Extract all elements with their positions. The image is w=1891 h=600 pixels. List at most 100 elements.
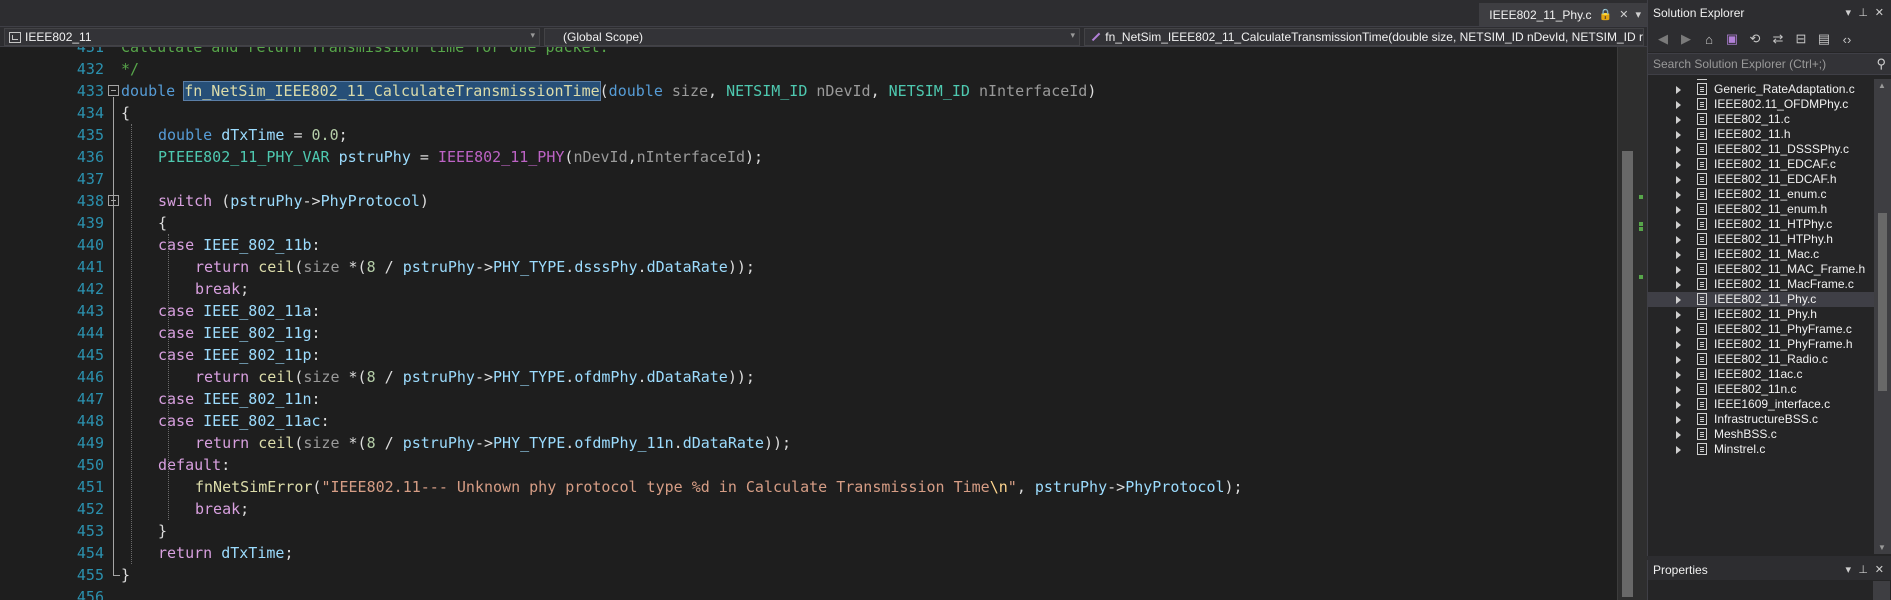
file-tree-item[interactable]: Generic_RateAdaptation.c bbox=[1648, 82, 1874, 97]
code-line[interactable]: 449 return ceil(size *(8 / pstruPhy->PHY_… bbox=[0, 432, 1617, 454]
project-dropdown[interactable]: IEEE802_11 ▾ bbox=[4, 28, 540, 46]
scroll-up-icon[interactable]: ▲ bbox=[1878, 81, 1886, 90]
expand-arrow-icon[interactable] bbox=[1676, 326, 1681, 334]
scrollbar-thumb[interactable] bbox=[1622, 151, 1633, 597]
scroll-down-icon[interactable]: ▼ bbox=[1878, 543, 1886, 552]
scope-dropdown[interactable]: (Global Scope) ▾ bbox=[544, 28, 1080, 46]
file-tree-item[interactable]: Minstrel.c bbox=[1648, 442, 1874, 457]
expand-arrow-icon[interactable] bbox=[1676, 191, 1681, 199]
file-tree-item[interactable]: MeshBSS.c bbox=[1648, 427, 1874, 442]
code-line[interactable]: 443 case IEEE_802_11a: bbox=[0, 300, 1617, 322]
lock-icon[interactable]: 🔒 bbox=[1599, 8, 1613, 21]
expand-arrow-icon[interactable] bbox=[1676, 86, 1681, 94]
file-tree-item[interactable]: IEEE802_11_PhyFrame.h bbox=[1648, 337, 1874, 352]
expand-arrow-icon[interactable] bbox=[1676, 296, 1681, 304]
properties-scrollbar[interactable] bbox=[1873, 581, 1890, 600]
vs-icon[interactable]: ▣ bbox=[1725, 31, 1739, 47]
close-icon[interactable]: ✕ bbox=[1875, 563, 1884, 576]
expand-arrow-icon[interactable] bbox=[1676, 116, 1681, 124]
expand-arrow-icon[interactable] bbox=[1676, 131, 1681, 139]
expand-arrow-icon[interactable] bbox=[1676, 176, 1681, 184]
code-line[interactable]: 434 { bbox=[0, 102, 1617, 124]
expand-arrow-icon[interactable] bbox=[1676, 146, 1681, 154]
code-line[interactable]: 453} bbox=[0, 520, 1617, 542]
file-tree-item[interactable]: IEEE802_11_HTPhy.c bbox=[1648, 217, 1874, 232]
file-tree-item[interactable]: IEEE802_11_MAC_Frame.h bbox=[1648, 262, 1874, 277]
code-line[interactable]: 435 double dTxTime = 0.0; bbox=[0, 124, 1617, 146]
sync-icon[interactable]: ⇄ bbox=[1771, 31, 1785, 47]
code-line[interactable]: 440 case IEEE_802_11b: bbox=[0, 234, 1617, 256]
code-line[interactable]: 436 PIEEE802_11_PHY_VAR pstruPhy = IEEE80… bbox=[0, 146, 1617, 168]
code-view[interactable]: 431 Calculate and return Transmission tim… bbox=[0, 47, 1617, 600]
collapse-all-icon[interactable]: ⊟ bbox=[1794, 31, 1808, 47]
code-line[interactable]: 447 case IEEE_802_11n: bbox=[0, 388, 1617, 410]
editor-vertical-scrollbar[interactable] bbox=[1617, 47, 1647, 600]
file-tree-item[interactable]: IEEE802_11_MacFrame.c bbox=[1648, 277, 1874, 292]
expand-arrow-icon[interactable] bbox=[1676, 221, 1681, 229]
expand-arrow-icon[interactable] bbox=[1676, 401, 1681, 409]
code-line[interactable]: 439 { bbox=[0, 212, 1617, 234]
code-view-icon[interactable]: ‹› bbox=[1840, 32, 1854, 47]
code-line[interactable]: 455} bbox=[0, 564, 1617, 586]
solution-explorer-scrollbar[interactable]: ▲ ▼ bbox=[1874, 79, 1891, 554]
code-line[interactable]: 446 return ceil(size *(8 / pstruPhy->PHY_… bbox=[0, 366, 1617, 388]
expand-arrow-icon[interactable] bbox=[1676, 281, 1681, 289]
scrollbar-thumb[interactable] bbox=[1878, 213, 1887, 391]
expand-arrow-icon[interactable] bbox=[1676, 311, 1681, 319]
expand-arrow-icon[interactable] bbox=[1676, 431, 1681, 439]
code-line[interactable]: 437 bbox=[0, 168, 1617, 190]
expand-arrow-icon[interactable] bbox=[1676, 161, 1681, 169]
expand-arrow-icon[interactable] bbox=[1676, 371, 1681, 379]
expand-arrow-icon[interactable] bbox=[1676, 386, 1681, 394]
code-line[interactable]: 456 bbox=[0, 586, 1617, 600]
code-line[interactable]: 452 break; bbox=[0, 498, 1617, 520]
file-tree-item[interactable]: IEEE802_11_enum.c bbox=[1648, 187, 1874, 202]
search-icon[interactable]: ⚲ bbox=[1876, 56, 1886, 72]
pin-icon[interactable]: ⊥ bbox=[1858, 563, 1868, 576]
file-tree-item[interactable]: InfrastructureBSS.c bbox=[1648, 412, 1874, 427]
file-tree-item[interactable]: IEEE802_11_Phy.c bbox=[1648, 292, 1874, 307]
file-tree-item[interactable]: IEEE802_11ac.c bbox=[1648, 367, 1874, 382]
back-icon[interactable]: ◀ bbox=[1656, 31, 1670, 47]
file-tree-item[interactable]: IEEE802_11_HTPhy.h bbox=[1648, 232, 1874, 247]
file-tree-item[interactable]: IEEE802_11.h bbox=[1648, 127, 1874, 142]
code-line[interactable]: 454 return dTxTime; bbox=[0, 542, 1617, 564]
file-tree-item[interactable]: IEEE802_11_PhyFrame.c bbox=[1648, 322, 1874, 337]
code-line[interactable]: 441 return ceil(size *(8 / pstruPhy->PHY_… bbox=[0, 256, 1617, 278]
code-line[interactable]: 450 default: bbox=[0, 454, 1617, 476]
tab-list-dropdown-icon[interactable]: ▾ bbox=[1635, 8, 1641, 21]
member-dropdown[interactable]: fn_NetSim_IEEE802_11_CalculateTransmissi… bbox=[1084, 28, 1644, 46]
code-line[interactable]: 444 case IEEE_802_11g: bbox=[0, 322, 1617, 344]
code-line[interactable]: 445 case IEEE_802_11p: bbox=[0, 344, 1617, 366]
expand-arrow-icon[interactable] bbox=[1676, 251, 1681, 259]
document-tab[interactable]: IEEE802_11_Phy.c 🔒 ✕ ▾ bbox=[1479, 3, 1647, 26]
file-tree-item[interactable]: IEEE802.11_OFDMPhy.c bbox=[1648, 97, 1874, 112]
code-line[interactable]: 433 double fn_NetSim_IEEE802_11_Calculate… bbox=[0, 80, 1617, 102]
file-tree-item[interactable]: IEEE802_11_enum.h bbox=[1648, 202, 1874, 217]
code-line[interactable]: 442 break; bbox=[0, 278, 1617, 300]
code-line[interactable]: 448 case IEEE_802_11ac: bbox=[0, 410, 1617, 432]
file-tree-item[interactable]: IEEE1609_interface.c bbox=[1648, 397, 1874, 412]
expand-arrow-icon[interactable] bbox=[1676, 236, 1681, 244]
file-tree-item[interactable]: IEEE802_11_Mac.c bbox=[1648, 247, 1874, 262]
close-icon[interactable]: ✕ bbox=[1619, 8, 1628, 21]
file-tree-item[interactable]: IEEE802_11_DSSSPhy.c bbox=[1648, 142, 1874, 157]
file-tree-item[interactable]: IEEE802_11.c bbox=[1648, 112, 1874, 127]
history-icon[interactable]: ⟲ bbox=[1748, 31, 1762, 47]
solution-explorer-search[interactable]: Search Solution Explorer (Ctrl+;) ⚲ bbox=[1648, 53, 1891, 75]
pin-icon[interactable]: ⊥ bbox=[1858, 6, 1868, 19]
expand-arrow-icon[interactable] bbox=[1676, 206, 1681, 214]
close-icon[interactable]: ✕ bbox=[1875, 6, 1884, 19]
expand-arrow-icon[interactable] bbox=[1676, 341, 1681, 349]
expand-arrow-icon[interactable] bbox=[1676, 101, 1681, 109]
file-tree-item[interactable]: IEEE802_11_EDCAF.c bbox=[1648, 157, 1874, 172]
expand-arrow-icon[interactable] bbox=[1676, 446, 1681, 454]
code-line[interactable]: 432 */ bbox=[0, 58, 1617, 80]
file-tree-item[interactable]: IEEE802_11_Phy.h bbox=[1648, 307, 1874, 322]
file-tree-item[interactable]: IEEE802_11n.c bbox=[1648, 382, 1874, 397]
code-line[interactable]: 431 Calculate and return Transmission tim… bbox=[0, 47, 1617, 58]
expand-arrow-icon[interactable] bbox=[1676, 266, 1681, 274]
code-line[interactable]: 438 switch (pstruPhy->PhyProtocol) bbox=[0, 190, 1617, 212]
file-tree-item[interactable]: IEEE802_11_Radio.c bbox=[1648, 352, 1874, 367]
panel-menu-icon[interactable]: ▾ bbox=[1845, 563, 1851, 576]
